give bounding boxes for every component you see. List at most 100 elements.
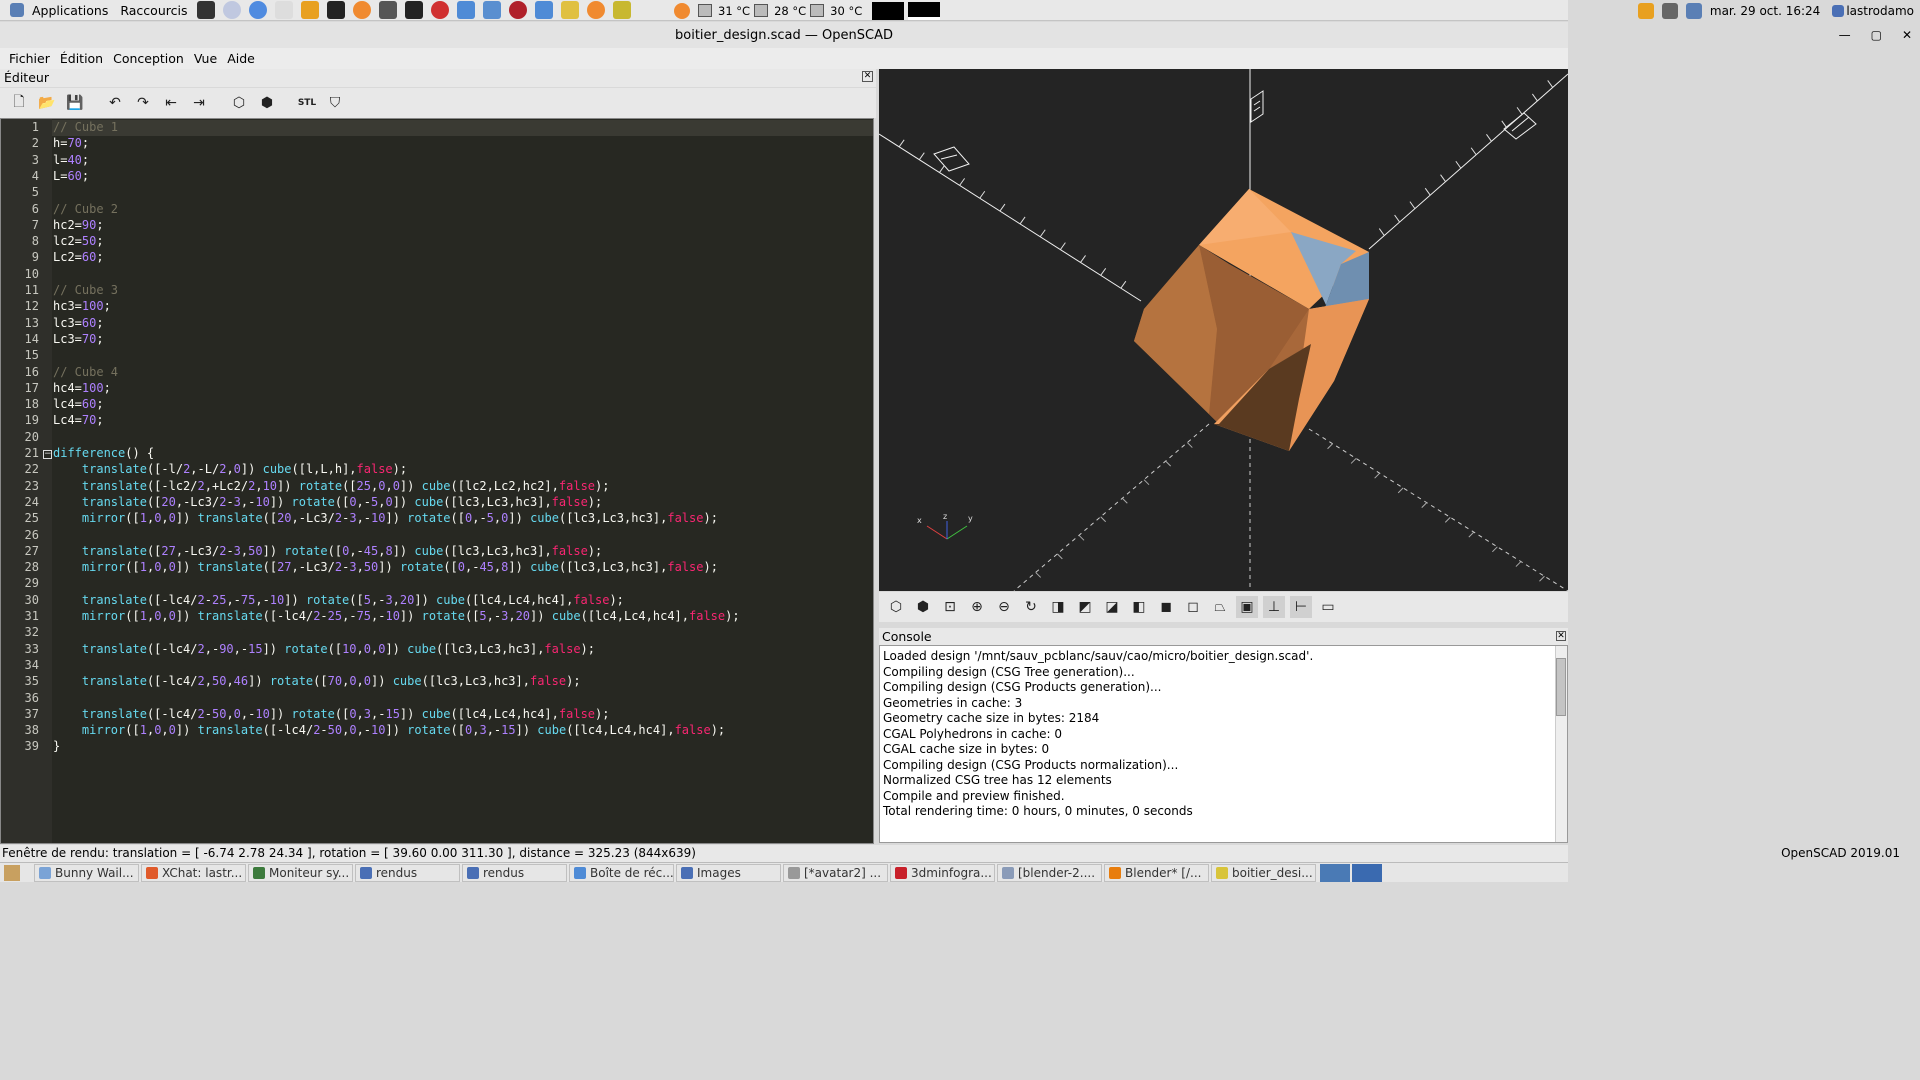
send-print-icon[interactable]: ⛉ xyxy=(324,92,346,114)
menu-vue[interactable]: Vue xyxy=(189,51,222,66)
current-line-highlight xyxy=(52,120,873,136)
taskbar-item[interactable]: boitier_desi... xyxy=(1211,863,1316,882)
taskbar-item[interactable]: rendus xyxy=(355,863,460,882)
godot-icon[interactable] xyxy=(457,1,476,19)
code-line: // Cube 1 xyxy=(53,120,119,134)
shortcuts-menu[interactable]: Raccourcis xyxy=(114,3,193,18)
view-right-icon[interactable]: ◨ xyxy=(1047,596,1069,618)
axis-tick xyxy=(1547,80,1554,88)
menu-edition[interactable]: Édition xyxy=(55,51,108,66)
code-editor[interactable]: 1 2 3 4 5 6 7 8 9 10 11 12 13 14 15 16 17 18 19 20 21 22 23 24 2… xyxy=(0,118,874,844)
line-number: 20 xyxy=(24,429,39,444)
openscad-icon[interactable] xyxy=(613,1,632,19)
code-line: } xyxy=(53,739,61,754)
orthogonal-icon[interactable]: ▣ xyxy=(1236,596,1258,618)
xchat-icon[interactable] xyxy=(301,1,320,19)
show-edges-icon[interactable]: ▭ xyxy=(1317,596,1339,618)
line-number: 8 xyxy=(31,234,39,249)
minimize-button[interactable]: — xyxy=(1839,28,1851,42)
view-back-icon[interactable]: ◻ xyxy=(1182,596,1204,618)
gimp-icon[interactable] xyxy=(379,1,398,19)
undo-icon[interactable]: ↶ xyxy=(104,92,126,114)
console-scroll-thumb[interactable] xyxy=(1556,658,1566,716)
reset-view-icon[interactable]: ↻ xyxy=(1020,596,1042,618)
color-wheel-icon[interactable] xyxy=(431,1,450,19)
temp-icon-3 xyxy=(810,4,825,17)
terminal-icon[interactable] xyxy=(197,1,216,19)
view-left-icon[interactable]: ◧ xyxy=(1128,596,1150,618)
show-scale-icon[interactable]: ⊢ xyxy=(1290,596,1312,618)
console-scrollbar[interactable] xyxy=(1555,646,1567,842)
axis-tick xyxy=(1444,517,1451,523)
network-icon[interactable] xyxy=(275,1,294,19)
arrow-icon[interactable] xyxy=(483,1,502,19)
volume-icon[interactable] xyxy=(1661,2,1678,19)
y-axis-negative xyxy=(1308,428,1568,591)
blender-icon-2[interactable] xyxy=(587,1,606,19)
view-bottom-icon[interactable]: ◪ xyxy=(1101,596,1123,618)
open-file-icon[interactable]: 📂 xyxy=(36,92,58,114)
lock-icon[interactable] xyxy=(327,1,346,19)
console-output[interactable]: Loaded design '/mnt/sauv_pcblanc/sauv/ca… xyxy=(879,645,1568,843)
menu-conception[interactable]: Conception xyxy=(108,51,189,66)
taskbar-item-label: Boîte de réc... xyxy=(590,865,674,880)
code-line: // Cube 2 xyxy=(53,201,119,216)
inkscape-icon[interactable] xyxy=(405,1,424,19)
view-front-icon[interactable]: ◼ xyxy=(1155,596,1177,618)
taskbar-item[interactable]: Bunny Wail... xyxy=(34,863,139,882)
show-axes-icon[interactable]: ⊥ xyxy=(1263,596,1285,618)
taskbar-item[interactable]: Blender* [/... xyxy=(1104,863,1209,882)
taskbar-item[interactable]: Boîte de réc... xyxy=(569,863,674,882)
redo-icon[interactable]: ↷ xyxy=(132,92,154,114)
axis-tick xyxy=(1501,120,1508,129)
new-file-icon[interactable]: 🗋 xyxy=(8,92,30,114)
taskbar-item[interactable]: rendus xyxy=(462,863,567,882)
taskbar-item-label: rendus xyxy=(376,865,418,880)
owl-icon[interactable] xyxy=(561,1,580,19)
chromium-icon[interactable] xyxy=(249,1,268,19)
taskbar-item[interactable]: XChat: lastr... xyxy=(141,863,246,882)
save-icon[interactable]: 💾 xyxy=(64,92,86,114)
axis-tick xyxy=(1039,229,1046,238)
maximize-button[interactable]: ▢ xyxy=(1871,28,1882,42)
render-viewport[interactable]: x z y xyxy=(879,69,1568,591)
blender-tray-icon[interactable] xyxy=(674,2,690,19)
taskbar-item[interactable]: Images xyxy=(676,863,781,882)
console-close-icon[interactable]: ✕ xyxy=(1556,631,1566,641)
view-top-icon[interactable]: ◩ xyxy=(1074,596,1096,618)
app-icon[interactable] xyxy=(509,1,528,19)
show-desktop-icon[interactable] xyxy=(4,864,20,881)
close-button[interactable]: ✕ xyxy=(1902,28,1912,42)
fold-marker-icon[interactable]: − xyxy=(43,450,52,459)
preview-icon[interactable]: ⬡ xyxy=(228,92,250,114)
preview-view-icon[interactable]: ⬡ xyxy=(885,596,907,618)
user-name[interactable]: lastrodamo xyxy=(1846,4,1914,18)
zoom-out-icon[interactable]: ⊖ xyxy=(993,596,1015,618)
indent-icon[interactable]: ⇥ xyxy=(188,92,210,114)
zoom-in-icon[interactable]: ⊕ xyxy=(966,596,988,618)
taskbar-item[interactable]: Moniteur sy... xyxy=(248,863,353,882)
taskbar-item[interactable]: 3dminfogra... xyxy=(890,863,995,882)
workspace-1[interactable] xyxy=(1320,863,1350,882)
perspective-icon[interactable]: ⏢ xyxy=(1209,596,1231,618)
taskbar-item[interactable]: [*avatar2] ... xyxy=(783,863,888,882)
xchat-tray-icon[interactable] xyxy=(1637,2,1654,19)
network-tray-icon[interactable] xyxy=(1685,2,1702,19)
clock[interactable]: mar. 29 oct. 16:24 xyxy=(1710,4,1820,18)
render-view-icon[interactable]: ⬢ xyxy=(912,596,934,618)
menu-aide[interactable]: Aide xyxy=(222,51,260,66)
workspace-2[interactable] xyxy=(1352,863,1382,882)
browser-icon[interactable] xyxy=(223,1,242,19)
view-all-icon[interactable]: ⊡ xyxy=(939,596,961,618)
menu-fichier[interactable]: Fichier xyxy=(4,51,55,66)
taskbar-item[interactable]: [blender-2.... xyxy=(997,863,1102,882)
render-icon[interactable]: ⬢ xyxy=(256,92,278,114)
export-stl-icon[interactable]: STL xyxy=(296,92,318,114)
unindent-icon[interactable]: ⇤ xyxy=(160,92,182,114)
editor-close-icon[interactable]: ✕ xyxy=(862,71,873,82)
line-number: 14 xyxy=(24,331,39,346)
blender-icon[interactable] xyxy=(353,1,372,19)
applications-menu[interactable]: Applications xyxy=(0,3,114,18)
godot-icon-2[interactable] xyxy=(535,1,554,19)
x-axis-label xyxy=(933,146,970,172)
